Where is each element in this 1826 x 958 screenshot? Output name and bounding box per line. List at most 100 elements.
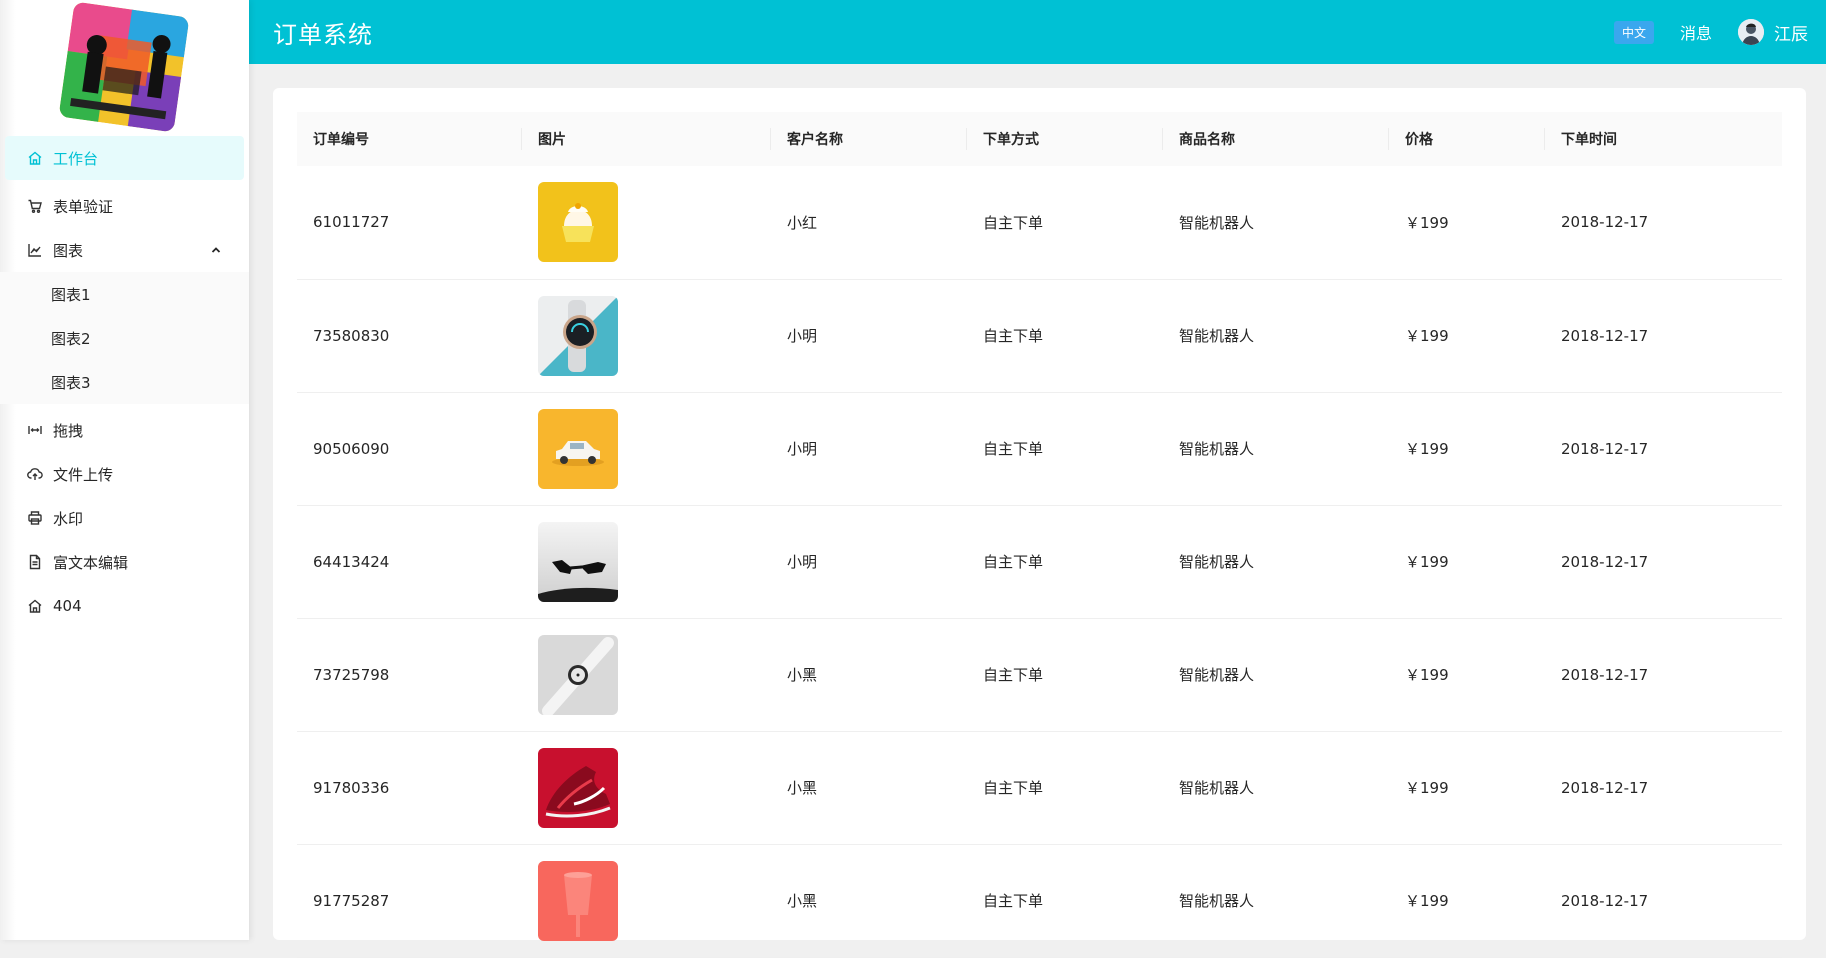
logo[interactable] [58,1,190,133]
sidebar-item-rich-text[interactable]: 富文本编辑 [0,540,249,584]
column-header-method[interactable]: 下单方式 [967,112,1163,166]
image-cell [522,618,771,732]
sidebar-item-label: 图表3 [51,373,91,392]
header-actions: 中文 消息 江辰 [1613,0,1808,64]
column-header-price[interactable]: 价格 [1389,112,1545,166]
date-cell: 2018-12-17 [1545,279,1782,393]
method-cell: 自主下单 [967,731,1163,845]
cart-icon [26,197,44,215]
sidebar-item-chart3[interactable]: 图表3 [0,360,249,404]
column-header-image[interactable]: 图片 [522,112,771,166]
sidebar-item-label: 工作台 [53,149,99,168]
sidebar-item-form-validation[interactable]: 表单验证 [0,184,249,228]
sidebar-item-chart1[interactable]: 图表1 [0,272,249,316]
order-no-cell: 73725798 [297,618,522,732]
customer-cell: 小黑 [771,844,967,958]
method-cell: 自主下单 [967,392,1163,506]
sidebar-item-file-upload[interactable]: 文件上传 [0,452,249,496]
customer-cell: 小明 [771,279,967,393]
sidebar-item-label: 水印 [53,509,84,528]
customer-cell: 小红 [771,166,967,280]
image-cell [522,844,771,958]
product-thumbnail-sneaker[interactable] [538,747,618,828]
price-cell: ￥199 [1389,392,1545,506]
table-row[interactable]: 73725798 小黑 自主下单 智能机器人 ￥199 2018-12-17 [297,618,1782,732]
product-thumbnail-sunglasses[interactable] [538,521,618,602]
order-no-cell: 73580830 [297,279,522,393]
table-row[interactable]: 91780336 小黑 自主下单 智能机器人 ￥199 2018-12-17 [297,731,1782,845]
cloud-upload-icon [26,465,44,483]
date-cell: 2018-12-17 [1545,392,1782,506]
table-row[interactable]: 61011727 小红 自主下单 智能机器人 ￥199 2018-12-17 [297,166,1782,280]
home-icon [26,597,44,615]
sidebar-item-label: 拖拽 [53,421,84,440]
sidebar-item-charts[interactable]: 图表 [0,228,249,272]
price-cell: ￥199 [1389,166,1545,280]
order-no-cell: 91775287 [297,844,522,958]
sidebar-item-chart2[interactable]: 图表2 [0,316,249,360]
sidebar-item-watermark[interactable]: 水印 [0,496,249,540]
username[interactable]: 江辰 [1774,20,1808,45]
price-cell: ￥199 [1389,279,1545,393]
drag-icon [26,421,44,439]
table-row[interactable]: 90506090 小明 自主下单 智能机器人 ￥199 2018-12-17 [297,392,1782,506]
product-cell: 智能机器人 [1163,844,1389,958]
table-row[interactable]: 73580830 小明 自主下单 智能机器人 ￥199 2018-12-17 [297,279,1782,393]
column-header-customer[interactable]: 客户名称 [771,112,967,166]
product-thumbnail-cupcake[interactable] [538,182,618,263]
price-cell: ￥199 [1389,731,1545,845]
sidebar-item-label: 富文本编辑 [53,553,129,572]
table-row[interactable]: 91775287 小黑 自主下单 智能机器人 ￥199 2018-12-17 [297,844,1782,958]
product-cell: 智能机器人 [1163,392,1389,506]
column-header-date[interactable]: 下单时间 [1545,112,1782,166]
sidebar-menu: 工作台 表单验证 图表 图表1 图表2 图表3 拖拽 文件上传 水印 富文本编辑… [0,136,249,628]
customer-cell: 小明 [771,392,967,506]
product-thumbnail-cup[interactable] [538,860,618,941]
price-cell: ￥199 [1389,618,1545,732]
method-cell: 自主下单 [967,618,1163,732]
table-row[interactable]: 64413424 小明 自主下单 智能机器人 ￥199 2018-12-17 [297,505,1782,619]
orders-table: 订单编号 图片 客户名称 下单方式 商品名称 价格 下单时间 61011727 … [297,112,1782,958]
sidebar-item-404[interactable]: 404 [0,584,249,628]
sidebar: 工作台 表单验证 图表 图表1 图表2 图表3 拖拽 文件上传 水印 富文本编辑… [0,0,249,940]
document-icon [26,553,44,571]
product-cell: 智能机器人 [1163,279,1389,393]
date-cell: 2018-12-17 [1545,731,1782,845]
order-no-cell: 91780336 [297,731,522,845]
avatar[interactable] [1738,19,1764,45]
messages-link[interactable]: 消息 [1680,20,1712,44]
column-header-product[interactable]: 商品名称 [1163,112,1389,166]
language-switch[interactable]: 中文 [1613,20,1654,44]
chevron-up-icon[interactable] [208,242,224,258]
sidebar-item-drag[interactable]: 拖拽 [0,408,249,452]
order-no-cell: 61011727 [297,166,522,280]
sidebar-item-label: 表单验证 [53,197,114,216]
product-thumbnail-smartwatch[interactable] [538,295,618,376]
top-header: 订单系统 中文 消息 江辰 [249,0,1826,64]
column-header-order-no[interactable]: 订单编号 [297,112,522,166]
charts-submenu: 图表1 图表2 图表3 [0,272,249,404]
table-header-row: 订单编号 图片 客户名称 下单方式 商品名称 价格 下单时间 [297,112,1782,166]
customer-cell: 小黑 [771,618,967,732]
sidebar-item-workbench[interactable]: 工作台 [5,136,244,180]
main-content: 订单编号 图片 客户名称 下单方式 商品名称 价格 下单时间 61011727 … [273,88,1806,958]
product-cell: 智能机器人 [1163,731,1389,845]
price-cell: ￥199 [1389,505,1545,619]
sidebar-item-label: 图表1 [51,285,91,304]
sidebar-item-label: 文件上传 [53,465,114,484]
product-thumbnail-toy-car[interactable] [538,408,618,489]
date-cell: 2018-12-17 [1545,844,1782,958]
method-cell: 自主下单 [967,166,1163,280]
method-cell: 自主下单 [967,279,1163,393]
sidebar-item-label: 404 [53,597,82,615]
product-thumbnail-wristwatch[interactable] [538,634,618,715]
image-cell [522,279,771,393]
product-cell: 智能机器人 [1163,618,1389,732]
image-cell [522,392,771,506]
customer-cell: 小明 [771,505,967,619]
app-title: 订单系统 [273,20,373,49]
image-cell [522,731,771,845]
printer-icon [26,509,44,527]
price-cell: ￥199 [1389,844,1545,958]
date-cell: 2018-12-17 [1545,166,1782,280]
